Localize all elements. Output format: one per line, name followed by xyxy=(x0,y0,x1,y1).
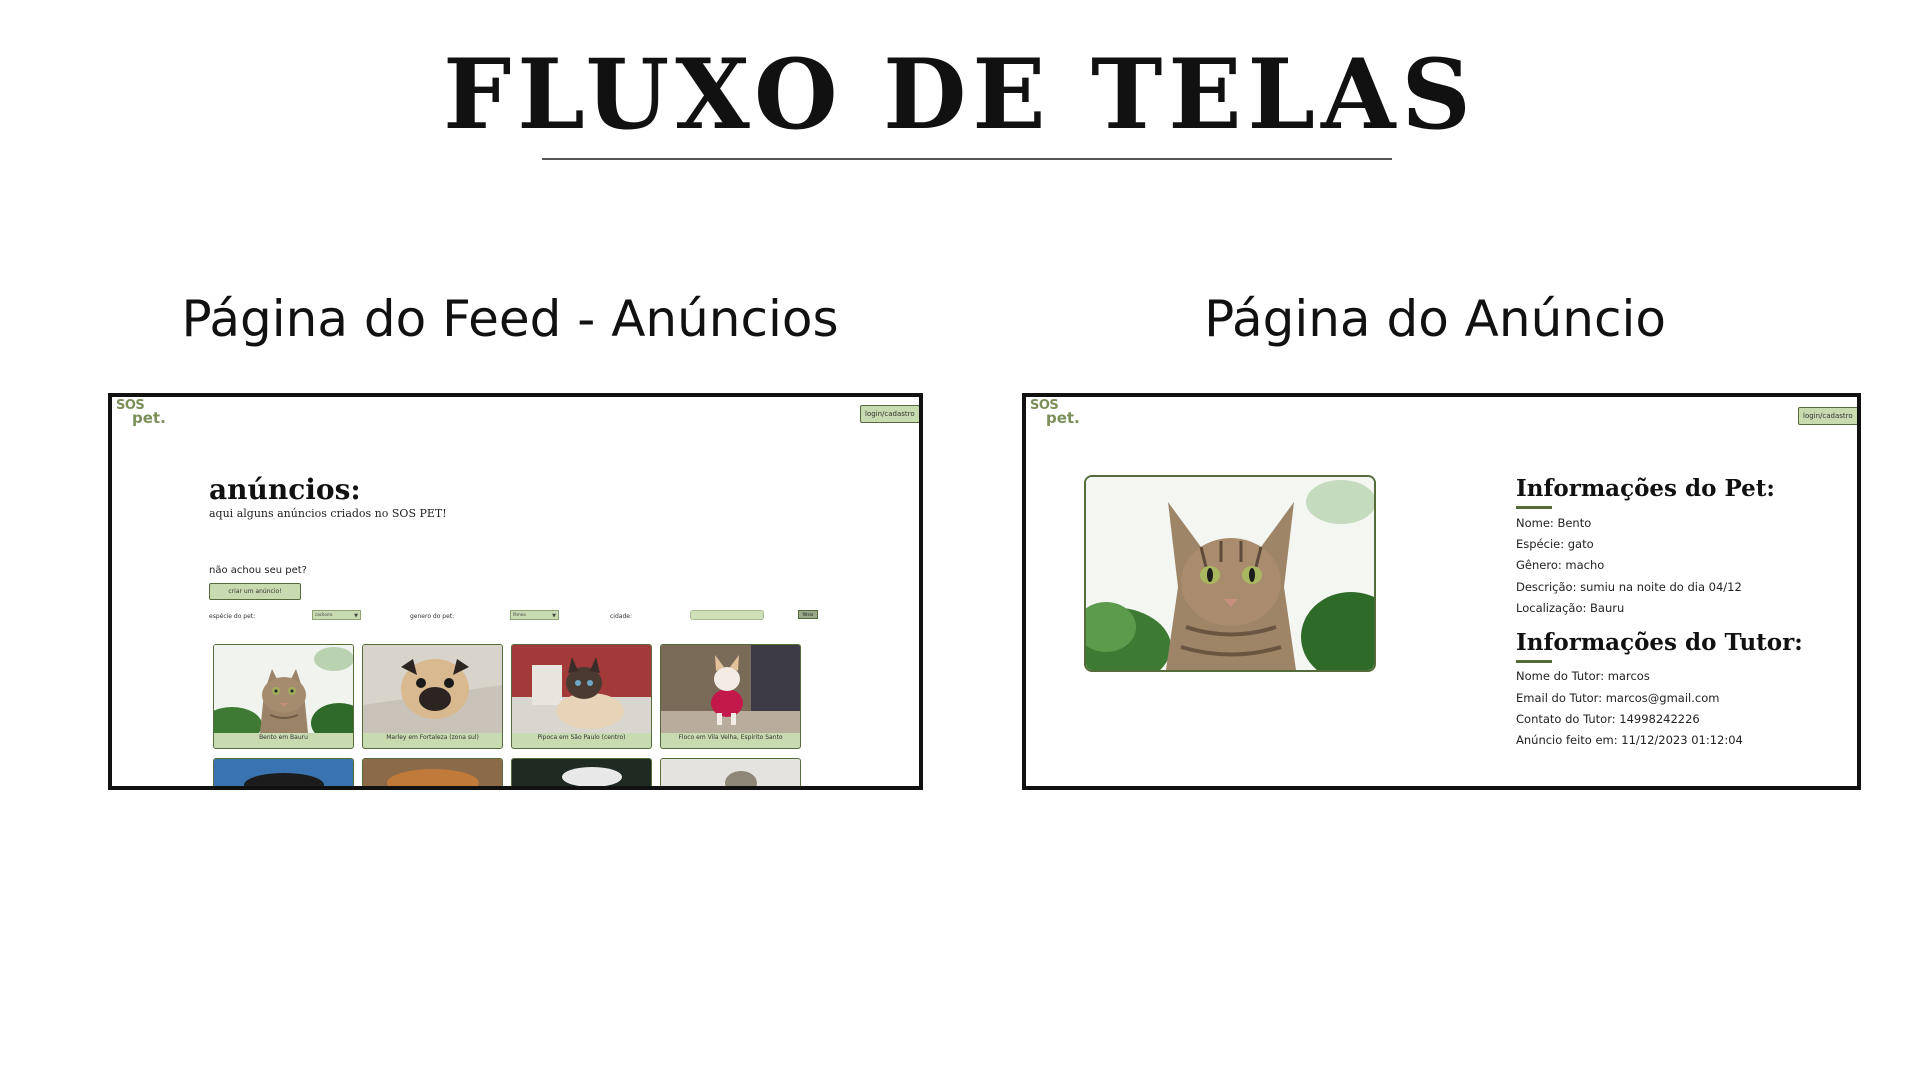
title-divider xyxy=(542,158,1392,160)
pet-photo xyxy=(363,759,502,786)
pet-description: Descrição: sumiu na noite do dia 04/12 xyxy=(1516,580,1742,594)
pet-info-underline xyxy=(1516,506,1552,509)
ad-screenshot: SOS pet. login/cadastro Informações do P… xyxy=(1022,393,1861,790)
chevron-down-icon: ▼ xyxy=(354,613,358,619)
pet-card[interactable] xyxy=(660,758,801,786)
sos-pet-logo[interactable]: SOS pet. xyxy=(1030,398,1082,428)
create-ad-button[interactable]: criar um anúncio! xyxy=(209,583,301,600)
filter-button[interactable]: filtrar xyxy=(798,610,818,619)
pet-photo-cat xyxy=(214,645,353,733)
tutor-info-underline xyxy=(1516,660,1552,663)
feed-heading: anúncios: xyxy=(209,473,361,506)
ad-created-at: Anúncio feito em: 11/12/2023 01:12:04 xyxy=(1516,733,1743,747)
pet-card[interactable]: Bento em Bauru xyxy=(213,644,354,749)
pet-species: Espécie: gato xyxy=(1516,537,1594,551)
feed-screenshot: SOS pet. login/cadastro anúncios: aqui a… xyxy=(108,393,923,790)
pet-card-caption: Floco em Vila Velha, Espírito Santo xyxy=(678,734,783,741)
pet-location: Localização: Bauru xyxy=(1516,601,1625,615)
pet-card-caption: Pipoca em São Paulo (centro) xyxy=(537,734,626,741)
feed-subheading: aqui alguns anúncios criados no SOS PET! xyxy=(209,507,447,520)
chevron-down-icon: ▼ xyxy=(552,613,556,619)
feed-section-title: Página do Feed - Anúncios xyxy=(181,290,839,348)
city-filter-label: cidade: xyxy=(610,613,632,620)
species-select-value: cachorro xyxy=(315,612,333,617)
gender-select[interactable]: fêmea ▼ xyxy=(510,610,559,620)
pet-card-caption: Bento em Bauru xyxy=(259,734,308,741)
pet-card[interactable] xyxy=(362,758,503,786)
city-input[interactable] xyxy=(690,610,764,620)
pet-card[interactable] xyxy=(213,758,354,786)
ad-section-title: Página do Anúncio xyxy=(1204,290,1666,348)
logo-text-bottom: pet. xyxy=(1046,409,1080,427)
pet-gender: Gênero: macho xyxy=(1516,558,1605,572)
pet-photo-cat xyxy=(1084,475,1376,672)
pet-card-caption: Marley em Fortaleza (zona sul) xyxy=(386,734,479,741)
pet-photo-pug xyxy=(363,645,502,733)
login-button[interactable]: login/cadastro xyxy=(1798,407,1857,425)
tutor-email: Email do Tutor: marcos@gmail.com xyxy=(1516,691,1720,705)
login-button[interactable]: login/cadastro xyxy=(860,405,919,423)
pet-card[interactable]: Pipoca em São Paulo (centro) xyxy=(511,644,652,749)
sos-pet-logo[interactable]: SOS pet. xyxy=(116,398,168,428)
species-filter-label: espécie do pet: xyxy=(209,613,256,620)
pet-name: Nome: Bento xyxy=(1516,516,1592,530)
pet-card[interactable]: Floco em Vila Velha, Espírito Santo xyxy=(660,644,801,749)
logo-text-bottom: pet. xyxy=(132,409,166,427)
tutor-name: Nome do Tutor: marcos xyxy=(1516,669,1650,683)
pet-card[interactable]: Marley em Fortaleza (zona sul) xyxy=(362,644,503,749)
gender-filter-label: genero do pet: xyxy=(410,613,455,620)
tutor-contact: Contato do Tutor: 14998242226 xyxy=(1516,712,1700,726)
pet-photo-corgi xyxy=(661,645,800,733)
pet-card[interactable] xyxy=(511,758,652,786)
page-title: FLUXO DE TELAS xyxy=(443,38,1477,151)
pet-info-title: Informações do Pet: xyxy=(1516,475,1775,502)
pet-photo-siamese xyxy=(512,645,651,733)
pet-photo xyxy=(512,759,651,786)
species-select[interactable]: cachorro ▼ xyxy=(312,610,361,620)
pet-photo xyxy=(661,759,800,786)
tutor-info-title: Informações do Tutor: xyxy=(1516,629,1803,656)
pet-photo xyxy=(214,759,353,786)
gender-select-value: fêmea xyxy=(513,612,526,617)
not-found-question: não achou seu pet? xyxy=(209,565,307,576)
